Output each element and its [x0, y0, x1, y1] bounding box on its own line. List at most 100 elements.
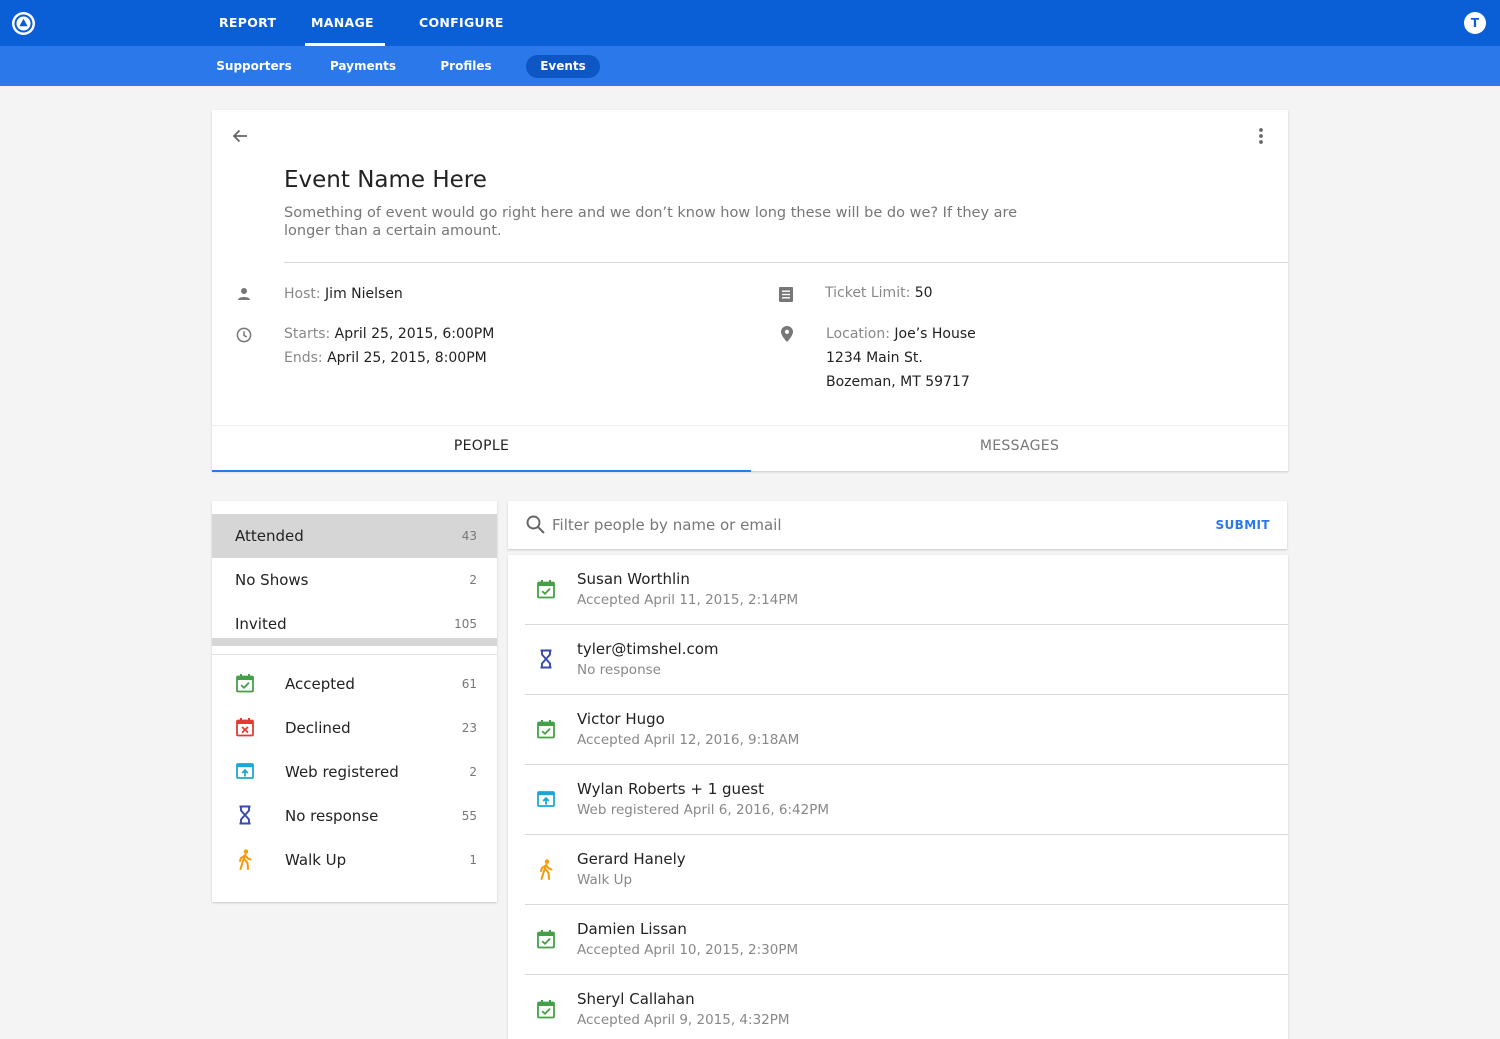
starts-value: April 25, 2015, 6:00PM: [334, 326, 495, 342]
ends-label: Ends:: [284, 350, 323, 366]
sub-bar: Supporters Payments Profiles Events: [0, 46, 1500, 86]
event-tabs: PEOPLE MESSAGES: [212, 425, 1288, 472]
calendar-check-icon: [536, 999, 556, 1023]
list-item[interactable]: Sheryl Callahan Accepted April 9, 2015, …: [525, 975, 1288, 1039]
calendar-check-icon: [536, 719, 556, 743]
hourglass-icon: [235, 805, 255, 829]
calendar-check-icon: [536, 929, 556, 953]
calendar-x-icon: [235, 717, 255, 741]
filter-invited[interactable]: Invited 105: [212, 602, 497, 638]
web-register-icon: [536, 789, 556, 813]
more-vert-icon[interactable]: [1258, 127, 1264, 149]
calendar-check-icon: [235, 673, 255, 697]
filter-count: 1: [469, 853, 477, 867]
nav-report[interactable]: REPORT: [219, 0, 311, 46]
subnav-payments[interactable]: Payments: [324, 55, 402, 78]
person-name: Susan Worthlin: [577, 570, 690, 588]
people-list: Susan Worthlin Accepted April 11, 2015, …: [508, 555, 1288, 1039]
location-name: Joe’s House: [894, 326, 976, 342]
logo-icon[interactable]: [12, 12, 35, 35]
filter-web-registered[interactable]: Web registered 2: [212, 750, 497, 794]
filter-declined[interactable]: Declined 23: [212, 706, 497, 750]
person-icon: [237, 286, 251, 305]
person-status: Walk Up: [577, 872, 633, 888]
list-item[interactable]: tyler@timshel.com No response: [525, 625, 1288, 695]
person-name: Wylan Roberts + 1 guest: [577, 780, 764, 798]
person-status: Accepted April 11, 2015, 2:14PM: [577, 592, 799, 608]
search-input[interactable]: [552, 513, 1172, 537]
starts-label: Starts:: [284, 326, 331, 342]
list-item[interactable]: Damien Lissan Accepted April 10, 2015, 2…: [525, 905, 1288, 975]
filter-count: 23: [461, 721, 477, 735]
top-nav: REPORT MANAGE CONFIGURE: [219, 0, 504, 46]
person-name: Victor Hugo: [577, 710, 665, 728]
tab-messages[interactable]: MESSAGES: [751, 426, 1288, 472]
filter-walk-up[interactable]: Walk Up 1: [212, 838, 497, 882]
filter-count: 2: [469, 573, 477, 587]
filter-attended[interactable]: Attended 43: [212, 514, 497, 558]
starts-row: Starts: April 25, 2015, 6:00PM: [284, 322, 494, 346]
list-item[interactable]: Gerard Hanely Walk Up: [525, 835, 1288, 905]
list-item[interactable]: Wylan Roberts + 1 guest Web registered A…: [525, 765, 1288, 835]
filter-count: 55: [461, 809, 477, 823]
person-status: Accepted April 9, 2015, 4:32PM: [577, 1012, 790, 1028]
filter-label: No response: [285, 807, 379, 825]
tab-people[interactable]: PEOPLE: [212, 426, 751, 472]
filter-label: Accepted: [285, 675, 355, 693]
ticket-limit-value: 50: [914, 285, 933, 301]
person-name: tyler@timshel.com: [577, 640, 719, 658]
search-icon: [526, 515, 545, 538]
host-row: Host: Jim Nielsen: [284, 282, 403, 306]
calendar-check-icon: [536, 579, 556, 603]
person-name: Sheryl Callahan: [577, 990, 695, 1008]
host-value: Jim Nielsen: [325, 286, 403, 302]
subnav-profiles[interactable]: Profiles: [433, 55, 499, 78]
web-register-icon: [235, 761, 255, 785]
event-description: Something of event would go right here a…: [284, 205, 1018, 239]
filter-label: Walk Up: [285, 851, 347, 869]
search-bar: SUBMIT: [508, 501, 1287, 549]
event-card: Event Name Here Something of event would…: [212, 110, 1288, 472]
list-item[interactable]: Victor Hugo Accepted April 12, 2016, 9:1…: [525, 695, 1288, 765]
submit-button[interactable]: SUBMIT: [1215, 518, 1270, 532]
event-title: Event Name Here: [284, 167, 487, 193]
person-status: Web registered April 6, 2016, 6:42PM: [577, 802, 830, 818]
filter-count: 43: [461, 529, 477, 543]
clock-icon: [236, 327, 252, 347]
address-line-1: 1234 Main St.: [826, 350, 923, 366]
walk-icon: [536, 859, 556, 885]
location-row: Location: Joe’s House: [826, 322, 976, 346]
location-pin-icon: [781, 326, 793, 346]
person-status: Accepted April 10, 2015, 2:30PM: [577, 942, 799, 958]
filter-count: 105: [454, 617, 477, 631]
filter-label: Declined: [285, 719, 351, 737]
filter-label: Invited: [235, 615, 287, 633]
ticket-limit-label: Ticket Limit:: [825, 285, 911, 301]
person-name: Damien Lissan: [577, 920, 687, 938]
host-label: Host:: [284, 286, 321, 302]
filter-no-shows[interactable]: No Shows 2: [212, 558, 497, 602]
filter-panel: Attended 43 No Shows 2 Invited 105 Accep…: [212, 501, 497, 902]
nav-configure[interactable]: CONFIGURE: [419, 0, 504, 46]
filter-no-response[interactable]: No response 55: [212, 794, 497, 838]
filter-label: Web registered: [285, 763, 399, 781]
ends-value: April 25, 2015, 8:00PM: [327, 350, 487, 366]
nav-manage[interactable]: MANAGE: [305, 0, 419, 46]
avatar[interactable]: T: [1464, 12, 1486, 34]
person-status: No response: [577, 662, 661, 678]
receipt-icon: [779, 287, 793, 306]
subnav-supporters[interactable]: Supporters: [212, 55, 296, 78]
subnav-events[interactable]: Events: [526, 55, 600, 78]
list-item[interactable]: Susan Worthlin Accepted April 11, 2015, …: [525, 555, 1288, 625]
filter-count: 2: [469, 765, 477, 779]
filter-label: Attended: [235, 527, 304, 545]
back-arrow-icon[interactable]: [231, 127, 249, 149]
address-line-2: Bozeman, MT 59717: [826, 374, 970, 390]
walk-icon: [235, 849, 255, 875]
filter-label: No Shows: [235, 571, 309, 589]
filter-accepted[interactable]: Accepted 61: [212, 662, 497, 706]
scroll-indicator: [212, 638, 497, 646]
person-status: Accepted April 12, 2016, 9:18AM: [577, 732, 800, 748]
location-label: Location:: [826, 326, 890, 342]
person-name: Gerard Hanely: [577, 850, 686, 868]
